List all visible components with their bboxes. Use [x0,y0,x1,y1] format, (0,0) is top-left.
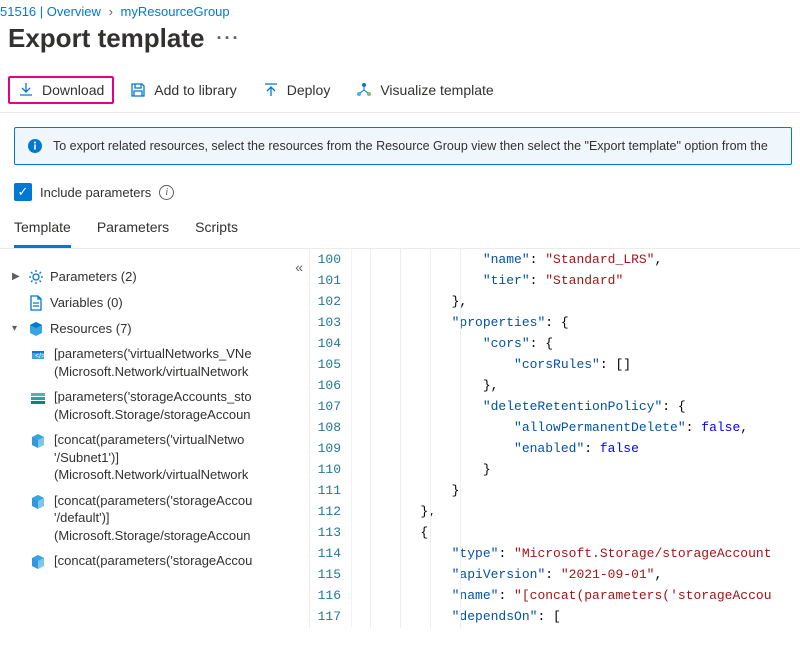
include-parameters-row: ✓ Include parameters i [0,179,800,211]
document-icon [28,295,44,311]
download-icon [18,82,34,98]
visualize-icon [356,82,372,98]
tabs: Template Parameters Scripts [0,211,800,248]
code-line: 107 "deleteRetentionPolicy": { [310,396,800,417]
tree-resource-item[interactable]: </>[parameters('virtualNetworks_VNe(Micr… [30,341,309,384]
svg-text:</>: </> [35,353,45,360]
tree-resource-item[interactable]: [concat(parameters('virtualNetwo'/Subnet… [30,427,309,488]
code-line: 116 "name": "[concat(parameters('storage… [310,585,800,606]
tree-pane: « ▶ Parameters (2) Variables (0) ▾ Resou… [0,249,310,628]
code-line: 101 "tier": "Standard" [310,270,800,291]
page-title: Export template ··· [8,23,800,54]
tree-resource-item[interactable]: [concat(parameters('storageAccou [30,548,309,574]
chevron-right-icon: › [109,4,113,19]
code-line: 103 "properties": { [310,312,800,333]
gear-icon [28,269,44,285]
code-line: 113 { [310,522,800,543]
tab-scripts[interactable]: Scripts [195,211,238,248]
chevron-down-icon: ▾ [12,323,22,334]
tree-node-parameters[interactable]: ▶ Parameters (2) [10,263,309,289]
tree-node-variables[interactable]: Variables (0) [10,289,309,315]
code-line: 117 "dependsOn": [ [310,606,800,627]
code-line: 115 "apiVersion": "2021-09-01", [310,564,800,585]
toolbar: Download Add to library Deploy Visualize… [0,72,800,113]
collapse-pane-icon[interactable]: « [295,259,303,275]
include-parameters-checkbox[interactable]: ✓ [14,183,32,201]
code-line: 114 "type": "Microsoft.Storage/storageAc… [310,543,800,564]
code-line: 106 }, [310,375,800,396]
tree-node-resources[interactable]: ▾ Resources (7) [10,315,309,341]
cube-icon [28,321,44,337]
help-icon[interactable]: i [159,185,174,200]
breadcrumb-item-resourcegroup[interactable]: myResourceGroup [121,4,230,19]
tab-parameters[interactable]: Parameters [97,211,169,248]
chevron-right-icon: ▶ [12,271,22,282]
more-icon[interactable]: ··· [217,28,241,49]
info-banner: To export related resources, select the … [14,127,792,165]
code-editor[interactable]: 100 "name": "Standard_LRS",101 "tier": "… [310,249,800,628]
download-button[interactable]: Download [8,76,114,104]
code-line: 104 "cors": { [310,333,800,354]
code-line: 102 }, [310,291,800,312]
save-icon [130,82,146,98]
content-split: « ▶ Parameters (2) Variables (0) ▾ Resou… [0,248,800,628]
upload-icon [263,82,279,98]
code-line: 112 }, [310,501,800,522]
code-line: 111 } [310,480,800,501]
code-line: 110 } [310,459,800,480]
deploy-button[interactable]: Deploy [253,76,341,104]
tab-template[interactable]: Template [14,211,71,248]
breadcrumb: 51516 | Overview › myResourceGroup [0,0,800,21]
include-parameters-label: Include parameters [40,185,151,200]
code-line: 105 "corsRules": [] [310,354,800,375]
info-message: To export related resources, select the … [53,139,768,153]
tree-resource-item[interactable]: [concat(parameters('storageAccou'/defaul… [30,488,309,549]
code-line: 100 "name": "Standard_LRS", [310,249,800,270]
code-line: 108 "allowPermanentDelete": false, [310,417,800,438]
code-line: 109 "enabled": false [310,438,800,459]
info-icon [27,138,43,154]
breadcrumb-item-overview[interactable]: 51516 | Overview [0,4,101,19]
add-to-library-button[interactable]: Add to library [120,76,246,104]
visualize-template-button[interactable]: Visualize template [346,76,503,104]
tree-resource-item[interactable]: [parameters('storageAccounts_sto(Microso… [30,384,309,427]
